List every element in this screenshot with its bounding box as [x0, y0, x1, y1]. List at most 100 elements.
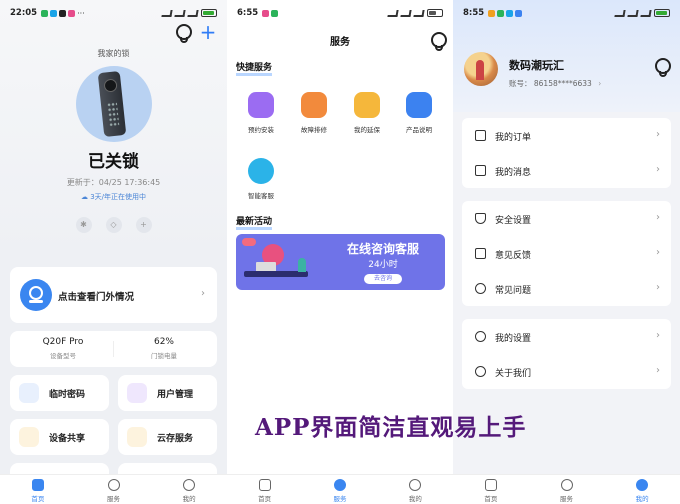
profile-icon	[183, 479, 196, 491]
question-icon	[475, 283, 486, 294]
feedback-icon	[475, 248, 486, 259]
menu-item-label: 关于我们	[495, 369, 532, 379]
tab-service[interactable]: 服务	[302, 475, 377, 504]
tab-label: 服务	[333, 495, 347, 503]
status-time: 6:55	[237, 8, 259, 18]
service-repair[interactable]: 故障排修	[288, 92, 340, 134]
service-label: 预约安装	[248, 126, 274, 134]
menu-item-faq[interactable]: 常见问题 ›	[462, 271, 671, 306]
menu-item-label: 常见问题	[495, 286, 532, 296]
menu-item-security[interactable]: 安全设置 ›	[462, 201, 671, 236]
tile-user-management[interactable]: 用户管理	[118, 375, 217, 411]
battery-icon	[427, 9, 443, 17]
banner-title: 在线咨询客服	[346, 242, 419, 256]
info-icon	[475, 366, 486, 377]
tab-label: 服务	[560, 495, 573, 503]
tile-device-share[interactable]: 设备共享	[10, 419, 109, 455]
status-right	[614, 9, 670, 17]
customer-service-icon[interactable]	[431, 32, 447, 51]
chevron-right-icon: ›	[656, 247, 660, 258]
compass-icon	[333, 479, 346, 491]
menu-item-about[interactable]: 关于我们 ›	[462, 354, 671, 389]
manual-icon	[406, 92, 432, 118]
compass-icon	[107, 479, 120, 491]
lock-battery-value: 62%	[153, 337, 174, 347]
account-number[interactable]: 账号： 86158****6633 ›	[509, 78, 601, 89]
bottom-tab-bar: 首页 服务 我的	[453, 474, 680, 504]
avatar[interactable]	[464, 52, 498, 86]
customer-service-icon[interactable]	[655, 58, 671, 77]
status-bar: 8:55	[453, 0, 680, 26]
service-label: 我的延保	[354, 126, 380, 134]
menu-group-settings: 我的设置 › 关于我们 ›	[462, 319, 671, 389]
quick-status-icons: ✱ ◇ +	[0, 217, 227, 233]
chat-bubble-illustration	[242, 238, 256, 246]
tab-home[interactable]: 首页	[453, 475, 529, 504]
menu-item-feedback[interactable]: 意见反馈 ›	[462, 236, 671, 271]
service-label: 产品说明	[406, 126, 432, 134]
service-label: 故障排修	[301, 126, 327, 134]
wrench-icon	[301, 92, 327, 118]
customer-service-icon[interactable]	[176, 24, 192, 43]
plant-illustration	[298, 258, 306, 272]
service-smart-support[interactable]: 智能客服	[235, 158, 287, 200]
consult-banner[interactable]: 在线咨询客服 24小时 去咨询	[236, 234, 445, 290]
app-notification-icon	[497, 9, 505, 17]
tab-label: 我的	[635, 495, 649, 503]
app-notification-icon	[59, 9, 67, 17]
tab-home[interactable]: 首页	[227, 475, 302, 504]
lock-name: 我家的锁	[97, 49, 130, 58]
tab-mine[interactable]: 我的	[604, 475, 680, 504]
camera-icon	[20, 279, 52, 311]
shield-icon[interactable]: ◇	[105, 217, 122, 233]
lock-status: 已关锁	[88, 152, 139, 172]
app-notification-icon	[68, 9, 76, 17]
signal-icon	[627, 9, 639, 17]
menu-item-settings[interactable]: 我的设置 ›	[462, 319, 671, 354]
signal-icon	[387, 9, 399, 17]
support-headset-icon	[248, 158, 274, 184]
device-model-label: 设备型号	[50, 352, 76, 360]
lock-battery: 62% 门锁电量	[114, 337, 214, 360]
bottom-tab-bar: 首页 服务 我的	[227, 474, 453, 504]
share-user-icon	[19, 427, 39, 447]
consult-button[interactable]: 去咨询	[364, 274, 402, 284]
bluetooth-icon[interactable]: ✱	[75, 217, 92, 233]
signal-icon	[174, 9, 186, 17]
tile-label: 用户管理	[157, 390, 194, 400]
shield-icon	[475, 213, 486, 224]
lock-battery-label: 门锁电量	[151, 352, 177, 360]
add-device-button[interactable]: +	[199, 22, 217, 42]
cloud-icon	[127, 427, 147, 447]
home-icon	[31, 479, 44, 491]
tile-temp-password[interactable]: 临时密码	[10, 375, 109, 411]
plus-icon[interactable]: +	[135, 217, 152, 233]
tab-service[interactable]: 服务	[76, 475, 152, 504]
tab-mine[interactable]: 我的	[378, 475, 453, 504]
app-notification-icon	[50, 9, 58, 17]
profile-icon	[409, 479, 422, 491]
tab-label: 我的	[182, 495, 196, 503]
chevron-right-icon: ›	[656, 330, 660, 341]
tile-cloud-service[interactable]: 云存服务	[118, 419, 217, 455]
service-warranty[interactable]: 我的延保	[341, 92, 393, 134]
lock-image[interactable]	[76, 66, 152, 142]
cloud-storage-status[interactable]: ☁ 3天/年正在使用中	[0, 192, 227, 202]
menu-item-orders[interactable]: 我的订单 ›	[462, 118, 671, 153]
door-view-card[interactable]: 点击查看门外情况 ›	[10, 267, 217, 323]
signal-icon	[161, 9, 173, 17]
more-notifications-icon: ···	[77, 8, 85, 18]
service-install[interactable]: 预约安装	[235, 92, 287, 134]
tab-home[interactable]: 首页	[0, 475, 76, 504]
device-info-card: Q20F Pro 设备型号 62% 门锁电量	[10, 331, 217, 367]
compass-icon	[560, 479, 573, 491]
wifi-icon	[413, 9, 425, 17]
tab-service[interactable]: 服务	[529, 475, 605, 504]
tab-mine[interactable]: 我的	[151, 475, 227, 504]
service-manual[interactable]: 产品说明	[393, 92, 445, 134]
app-notification-icon	[271, 9, 279, 17]
menu-item-messages[interactable]: 我的消息 ›	[462, 153, 671, 188]
tab-label: 首页	[31, 495, 45, 503]
status-bar: 6:55	[227, 0, 453, 26]
app-notification-icon	[262, 9, 270, 17]
